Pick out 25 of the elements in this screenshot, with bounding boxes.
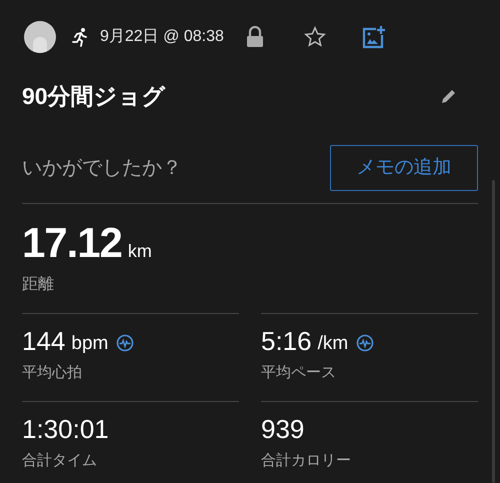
stat-unit: bpm	[71, 334, 108, 352]
activity-date: 9月22日 @ 08:38	[100, 27, 224, 47]
graph-icon[interactable]	[356, 334, 374, 352]
stat-label: 合計カロリー	[261, 451, 352, 471]
lock-icon[interactable]	[246, 26, 264, 48]
stat-value: 5:16	[261, 328, 312, 354]
stat-value: 1:30:01	[22, 416, 109, 442]
pencil-icon[interactable]	[440, 87, 458, 105]
stat-value: 939	[261, 416, 304, 442]
add-photo-icon[interactable]	[362, 25, 386, 49]
add-note-button[interactable]: メモの追加	[330, 145, 478, 191]
stat-label: 平均ペース	[261, 363, 337, 383]
graph-icon[interactable]	[116, 334, 134, 352]
distance-value: 17.12	[22, 222, 122, 264]
stat-value: 144	[22, 328, 66, 354]
stat-label: 合計タイム	[22, 451, 98, 471]
avatar-icon[interactable]	[24, 21, 56, 53]
activity-title: 90分間ジョグ	[22, 82, 166, 111]
star-icon[interactable]	[304, 26, 326, 48]
stat-unit: /km	[318, 334, 348, 352]
distance-label: 距離	[22, 275, 55, 295]
distance-unit: km	[128, 240, 152, 263]
note-prompt: いかがでしたか？	[22, 156, 182, 181]
running-person-icon	[70, 27, 90, 47]
stat-label: 平均心拍	[22, 363, 83, 383]
